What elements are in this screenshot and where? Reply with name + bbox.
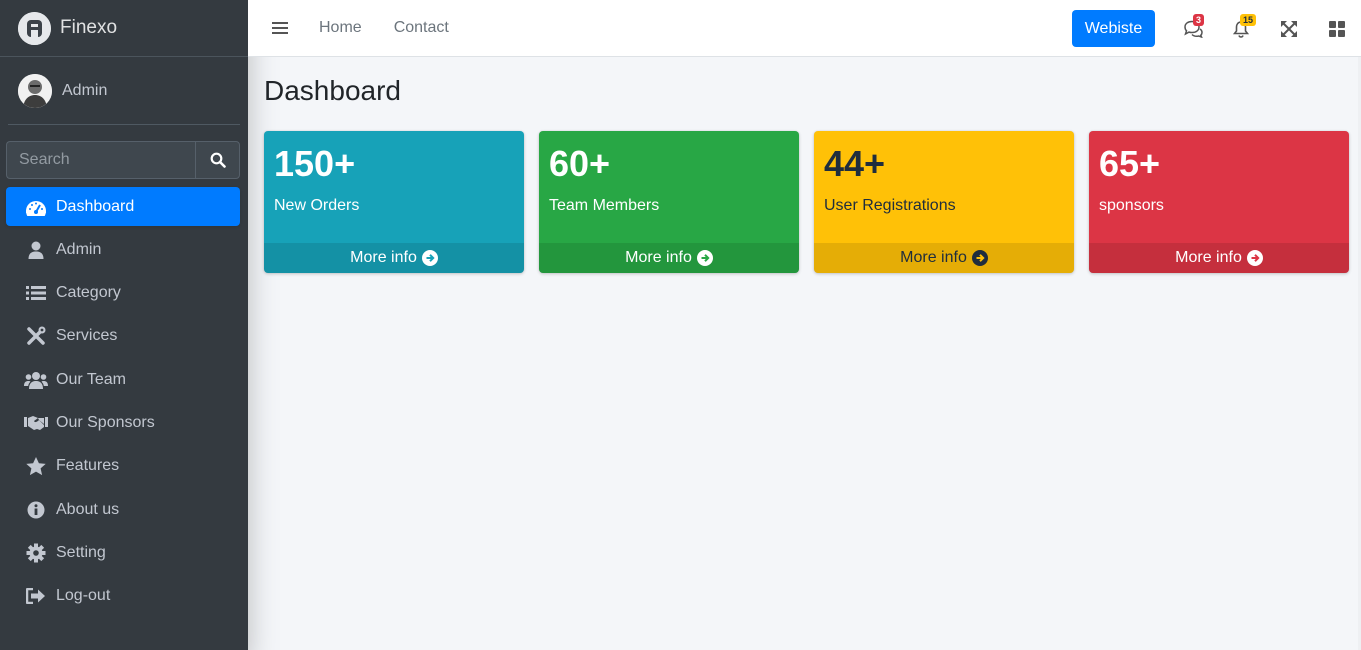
list-icon: [24, 283, 48, 303]
website-button[interactable]: Webiste: [1072, 10, 1155, 47]
user-icon: [24, 240, 48, 260]
arrow-circle-right-icon: [696, 250, 713, 266]
search-icon: [210, 152, 226, 168]
more-info-label: More info: [1175, 249, 1242, 266]
brand-logo-icon: [18, 11, 51, 45]
sidebar-item-features[interactable]: Features: [6, 447, 240, 486]
more-info-label: More info: [625, 249, 692, 266]
more-info-link[interactable]: More info: [539, 243, 799, 273]
stat-label: Team Members: [549, 197, 660, 214]
notifications-button[interactable]: 15: [1217, 9, 1265, 49]
stat-label: User Registrations: [824, 197, 956, 214]
search-input[interactable]: [6, 141, 195, 179]
arrow-circle-right-icon: [971, 250, 988, 266]
handshake-icon: [24, 413, 48, 433]
info-circle-icon: [24, 500, 48, 520]
brand-name: Finexo: [60, 17, 118, 38]
sidebar-item-label: Setting: [56, 543, 106, 561]
sidebar-item-label: Services: [56, 327, 118, 345]
arrow-circle-right-icon: [421, 250, 438, 266]
stat-label: sponsors: [1099, 197, 1164, 214]
more-info-label: More info: [350, 249, 417, 266]
search-button[interactable]: [195, 141, 240, 179]
stat-card-new-orders: 150+ New Orders More info: [264, 131, 524, 273]
stat-value: 44+: [824, 143, 886, 184]
sidebar-item-label: Admin: [56, 240, 102, 258]
sidebar-search: [6, 141, 240, 179]
top-navbar: Home Contact Webiste 3 15: [248, 0, 1361, 57]
tachometer-icon: [24, 197, 48, 217]
user-name[interactable]: Admin: [62, 82, 107, 100]
sidebar-nav: Dashboard Admin Category Services Our Te…: [6, 187, 240, 620]
nav-link-contact[interactable]: Contact: [394, 19, 449, 37]
sidebar-item-about-us[interactable]: About us: [6, 490, 240, 529]
stat-label: New Orders: [274, 197, 360, 214]
stat-value: 60+: [549, 143, 611, 184]
messages-button[interactable]: 3: [1169, 9, 1217, 49]
sign-out-icon: [24, 586, 48, 606]
sidebar-item-label: Dashboard: [56, 197, 135, 215]
control-sidebar-button[interactable]: [1313, 9, 1361, 49]
stat-card-user-registrations: 44+ User Registrations More info: [814, 131, 1074, 273]
sidebar-item-our-team[interactable]: Our Team: [6, 360, 240, 399]
sidebar-item-label: Our Team: [56, 370, 126, 388]
sidebar-item-our-sponsors[interactable]: Our Sponsors: [6, 403, 240, 442]
sidebar-item-log-out[interactable]: Log-out: [6, 577, 240, 616]
nav-link-home[interactable]: Home: [319, 19, 362, 37]
more-info-label: More info: [900, 249, 967, 266]
fullscreen-button[interactable]: [1265, 9, 1313, 49]
sidebar-item-label: Our Sponsors: [56, 413, 155, 431]
more-info-link[interactable]: More info: [1089, 243, 1349, 273]
more-info-link[interactable]: More info: [264, 243, 524, 273]
stat-value: 65+: [1099, 143, 1161, 184]
gear-icon: [24, 543, 48, 563]
sidebar-item-dashboard[interactable]: Dashboard: [6, 187, 240, 226]
users-icon: [24, 370, 48, 390]
brand-link[interactable]: Finexo: [0, 0, 248, 57]
sidebar-item-admin[interactable]: Admin: [6, 230, 240, 269]
expand-arrows-icon: [1281, 20, 1297, 37]
sidebar-item-label: About us: [56, 500, 120, 518]
navbar-right: Webiste 3 15: [1072, 0, 1361, 57]
avatar: [18, 73, 52, 108]
sidebar-item-services[interactable]: Services: [6, 317, 240, 356]
grid-icon: [1329, 20, 1345, 37]
notifications-badge: 15: [1240, 13, 1257, 26]
tools-icon: [24, 326, 48, 346]
messages-badge: 3: [1193, 13, 1205, 26]
stat-cards: 150+ New Orders More info 60+ Team Membe…: [264, 131, 1349, 273]
sidebar-item-label: Category: [56, 284, 121, 302]
page-title: Dashboard: [264, 75, 401, 106]
menu-toggle-icon[interactable]: [272, 22, 288, 34]
user-panel[interactable]: Admin: [8, 57, 240, 125]
sidebar-item-category[interactable]: Category: [6, 274, 240, 313]
more-info-link[interactable]: More info: [814, 243, 1074, 273]
sidebar: Finexo Admin Search Dashboard Admin Cate…: [0, 0, 248, 650]
sidebar-item-label: Features: [56, 457, 120, 475]
sidebar-item-setting[interactable]: Setting: [6, 533, 240, 572]
star-icon: [24, 456, 48, 476]
arrow-circle-right-icon: [1246, 250, 1263, 266]
sidebar-item-label: Log-out: [56, 587, 111, 605]
stat-value: 150+: [274, 143, 356, 184]
stat-card-team-members: 60+ Team Members More info: [539, 131, 799, 273]
stat-card-sponsors: 65+ sponsors More info: [1089, 131, 1349, 273]
